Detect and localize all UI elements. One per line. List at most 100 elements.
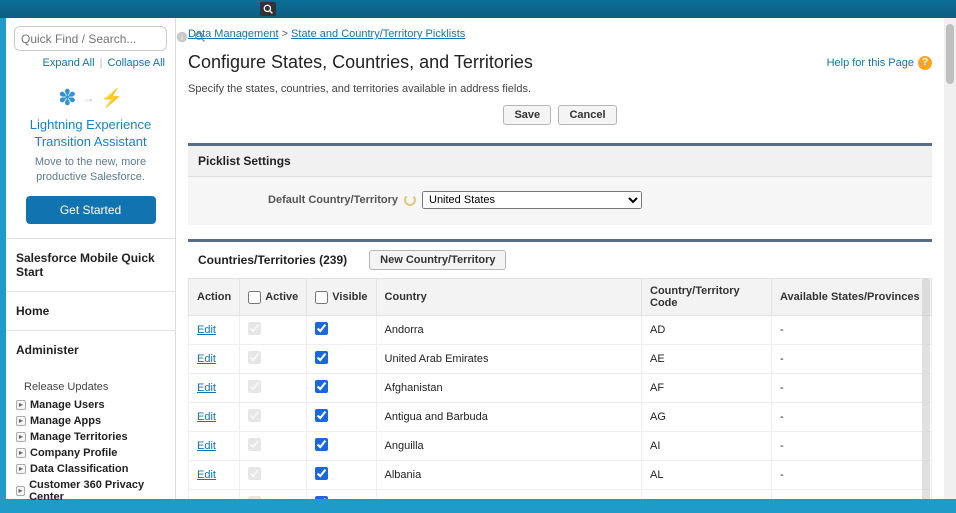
quick-find-box[interactable]: i: [14, 26, 167, 51]
promo-subtitle: Move to the new, more productive Salesfo…: [18, 155, 163, 186]
picklist-settings-header: Picklist Settings: [188, 146, 932, 177]
tree-item-manage-users[interactable]: ▸ Manage Users: [16, 397, 165, 413]
top-search-icon[interactable]: [260, 2, 276, 16]
visible-checkbox[interactable]: [315, 351, 328, 364]
country-code: AD: [642, 316, 772, 345]
help-link-label: Help for this Page: [827, 57, 914, 69]
sidebar-item-mobile-quickstart[interactable]: Salesforce Mobile Quick Start: [6, 239, 175, 292]
col-active: Active: [240, 279, 307, 316]
classic-icon: ✽: [58, 85, 76, 111]
arrow-right-icon: →: [83, 91, 95, 105]
tree-item-label: Customer 360 Privacy Center: [29, 479, 165, 503]
loading-spinner-icon: [404, 194, 416, 206]
country-code: AG: [642, 403, 772, 432]
edit-link[interactable]: Edit: [197, 382, 216, 394]
tree-item-manage-apps[interactable]: ▸ Manage Apps: [16, 413, 165, 429]
tree-heading-release-updates[interactable]: Release Updates: [24, 381, 165, 393]
table-row: Edit ArmeniaAM-: [189, 490, 932, 500]
page-title: Configure States, Countries, and Territo…: [188, 52, 533, 73]
country-code: AE: [642, 345, 772, 374]
collapse-all-link[interactable]: Collapse All: [108, 57, 165, 69]
edit-link[interactable]: Edit: [197, 498, 216, 499]
select-all-visible-checkbox[interactable]: [315, 291, 328, 304]
lightning-icon: ⚡: [101, 88, 123, 109]
visible-checkbox[interactable]: [315, 467, 328, 480]
active-checkbox: [248, 496, 261, 499]
sidebar-item-administer[interactable]: Administer: [6, 331, 175, 369]
help-link[interactable]: Help for this Page ?: [827, 56, 932, 70]
visible-checkbox[interactable]: [315, 496, 328, 499]
tree-item-data-classification[interactable]: ▸ Data Classification: [16, 461, 165, 477]
visible-checkbox[interactable]: [315, 409, 328, 422]
available-states: -: [772, 490, 932, 500]
active-checkbox: [248, 467, 261, 480]
table-scrollbar[interactable]: [922, 278, 930, 499]
cancel-button[interactable]: Cancel: [558, 105, 616, 125]
col-available: Available States/Provinces: [772, 279, 932, 316]
expand-icon[interactable]: ▸: [16, 400, 26, 410]
expand-icon[interactable]: ▸: [16, 486, 25, 496]
breadcrumb: Data Management > State and Country/Terr…: [188, 28, 932, 40]
country-name: Albania: [376, 461, 641, 490]
visible-checkbox[interactable]: [315, 322, 328, 335]
sidebar-item-home[interactable]: Home: [6, 292, 175, 331]
expand-icon[interactable]: ▸: [16, 448, 26, 458]
visible-checkbox[interactable]: [315, 380, 328, 393]
select-all-active-checkbox[interactable]: [248, 291, 261, 304]
country-code: AF: [642, 374, 772, 403]
page-scrollbar[interactable]: [944, 18, 956, 499]
edit-link[interactable]: Edit: [197, 411, 216, 423]
countries-table: Action Active Visible Country Country/Te…: [188, 278, 932, 499]
expand-icon[interactable]: ▸: [16, 416, 26, 426]
available-states: -: [772, 432, 932, 461]
get-started-button[interactable]: Get Started: [26, 196, 156, 224]
edit-link[interactable]: Edit: [197, 324, 216, 336]
col-code: Country/Territory Code: [642, 279, 772, 316]
table-row: EditAndorraAD-: [189, 316, 932, 345]
new-country-button[interactable]: New Country/Territory: [369, 250, 506, 270]
col-country: Country: [376, 279, 641, 316]
breadcrumb-picklists[interactable]: State and Country/Territory Picklists: [291, 28, 465, 40]
active-checkbox: [248, 409, 261, 422]
country-name: United Arab Emirates: [376, 345, 641, 374]
tree-item-customer-360-privacy-center[interactable]: ▸ Customer 360 Privacy Center: [16, 477, 165, 505]
main-content: Data Management > State and Country/Terr…: [176, 18, 950, 499]
expand-icon[interactable]: ▸: [16, 464, 26, 474]
edit-link[interactable]: Edit: [197, 353, 216, 365]
tree-item-label: Data Classification: [30, 463, 128, 475]
countries-title: Countries/Territories (239): [198, 253, 347, 267]
countries-panel: Countries/Territories (239) New Country/…: [188, 239, 932, 499]
tree-item-label: Company Profile: [30, 447, 117, 459]
active-checkbox: [248, 351, 261, 364]
edit-link[interactable]: Edit: [197, 469, 216, 481]
table-row: EditAntigua and BarbudaAG-: [189, 403, 932, 432]
table-row: EditAnguillaAI-: [189, 432, 932, 461]
available-states: -: [772, 345, 932, 374]
tree-item-manage-territories[interactable]: ▸Manage Territories: [16, 429, 165, 445]
country-name: Afghanistan: [376, 374, 641, 403]
country-name: Anguilla: [376, 432, 641, 461]
default-country-select[interactable]: United States: [422, 191, 642, 209]
available-states: -: [772, 316, 932, 345]
available-states: -: [772, 374, 932, 403]
active-checkbox: [248, 322, 261, 335]
default-country-label: Default Country/Territory: [198, 194, 398, 206]
edit-link[interactable]: Edit: [197, 440, 216, 452]
active-checkbox: [248, 380, 261, 393]
breadcrumb-data-management[interactable]: Data Management: [188, 28, 279, 40]
tree-item-label: Manage Users: [30, 399, 105, 411]
sidebar: i Expand All | Collapse All ✽ → ⚡ Lightn…: [6, 18, 176, 499]
tree-item-company-profile[interactable]: ▸ Company Profile: [16, 445, 165, 461]
available-states: -: [772, 403, 932, 432]
tree-item-label: Manage Apps: [30, 415, 101, 427]
expand-icon[interactable]: ▸: [16, 432, 26, 442]
administer-tree: Release Updates ▸ Manage Users ▸ Manage App…: [6, 369, 175, 513]
country-name: Armenia: [376, 490, 641, 500]
available-states: -: [772, 461, 932, 490]
visible-checkbox[interactable]: [315, 438, 328, 451]
quick-find-input[interactable]: [21, 32, 176, 46]
col-action: Action: [189, 279, 240, 316]
country-code: AM: [642, 490, 772, 500]
save-button[interactable]: Save: [503, 105, 551, 125]
expand-all-link[interactable]: Expand All: [43, 57, 95, 69]
